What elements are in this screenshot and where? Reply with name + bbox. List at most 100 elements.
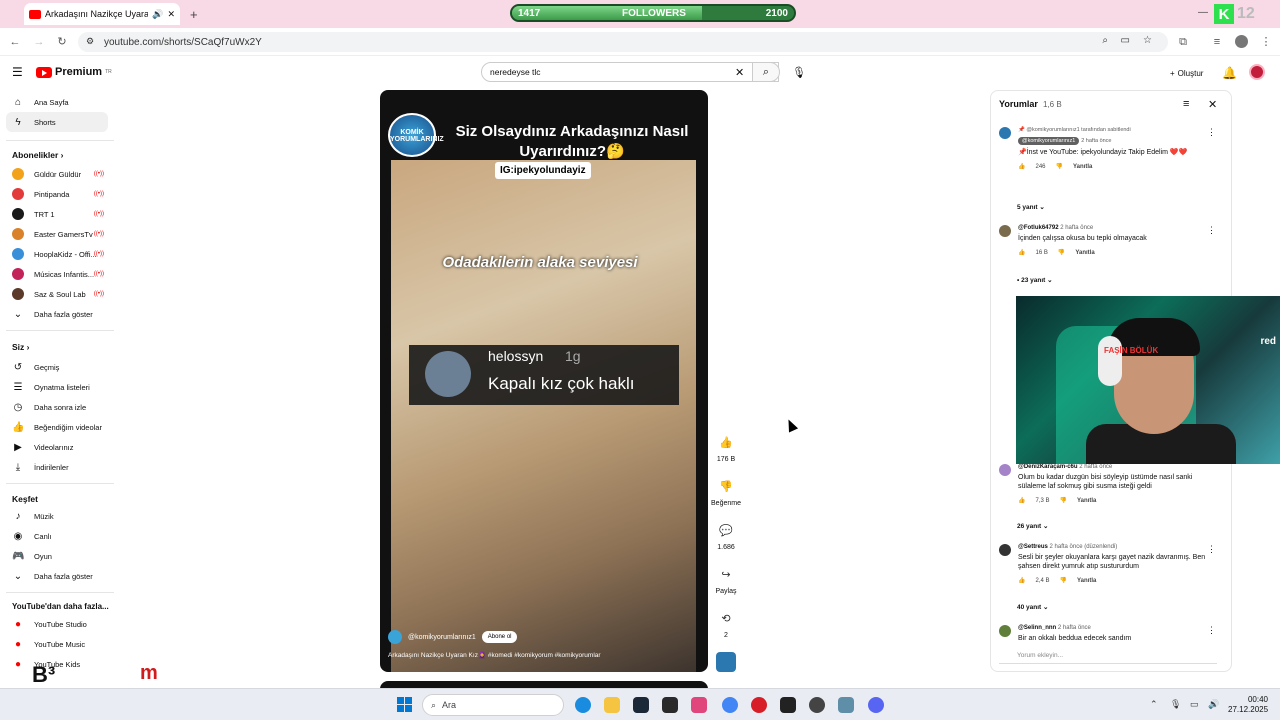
dislike-icon[interactable]: 👎	[1060, 497, 1067, 504]
replies-toggle[interactable]: 5 yanıt ⌄	[1017, 203, 1045, 211]
taskbar-clock[interactable]: 00:40 27.12.2025	[1228, 695, 1268, 715]
avatar[interactable]	[999, 225, 1011, 237]
obs-icon[interactable]	[809, 697, 825, 713]
avatar[interactable]	[999, 625, 1011, 637]
comment-author[interactable]: @Settreus	[1018, 544, 1048, 550]
sidebar-item-liked[interactable]: 👍 Beğendiğim videolar	[6, 417, 108, 437]
sidebar-subscription-item[interactable]: HooplaKidz - Offi... ((•))	[6, 244, 108, 264]
volume-icon[interactable]: 🔊	[1208, 699, 1219, 710]
discord-icon[interactable]	[868, 697, 884, 713]
edge-icon[interactable]	[575, 697, 591, 713]
speaker-icon[interactable]: 🔊	[152, 9, 163, 20]
more-options-icon[interactable]: ⋮	[1207, 225, 1216, 236]
sidebar-subscription-item[interactable]: TRT 1 ((•))	[6, 204, 108, 224]
account-avatar[interactable]	[1249, 64, 1265, 80]
sidebar-item-history[interactable]: ↺ Geçmiş	[6, 357, 108, 377]
reply-button[interactable]: Yanıtla	[1077, 578, 1096, 584]
tray-chevron-icon[interactable]: ⌃	[1150, 699, 1158, 710]
sidebar-subscription-item[interactable]: Pintipanda ((•))	[6, 184, 108, 204]
hamburger-menu-icon[interactable]: ☰	[12, 65, 23, 79]
subscribe-button[interactable]: Abone ol	[481, 631, 518, 643]
chrome-icon[interactable]	[722, 697, 738, 713]
notifications-bell-icon[interactable]: 🔔	[1222, 66, 1237, 80]
sound-thumbnail[interactable]	[716, 652, 736, 672]
extensions-icon[interactable]: ⧉	[1176, 35, 1190, 49]
file-explorer-icon[interactable]	[604, 697, 620, 713]
reply-button[interactable]: Yanıtla	[1073, 164, 1092, 170]
forward-icon[interactable]: →	[32, 35, 46, 49]
comments-button[interactable]: 💬 1.686	[710, 524, 742, 551]
sidebar-subscription-item[interactable]: Easter GamersTv ((•))	[6, 224, 108, 244]
sidebar-item-music[interactable]: ♪ Müzik	[6, 506, 108, 526]
create-button[interactable]: + Oluştur	[1164, 64, 1209, 82]
youtube-logo[interactable]: Premium TR	[36, 66, 112, 78]
cast-icon[interactable]: ▭	[1121, 35, 1130, 46]
app-icon[interactable]	[691, 697, 707, 713]
avatar[interactable]	[999, 544, 1011, 556]
browser-tab[interactable]: Arkadaşını Nazikçe Uyaran 🔊 ✕	[24, 3, 180, 25]
sidebar-item-home[interactable]: ⌂ Ana Sayfa	[6, 92, 108, 112]
sidebar-item-playlists[interactable]: ☰ Oynatma listeleri	[6, 377, 108, 397]
share-button[interactable]: ↪ Paylaş	[710, 568, 742, 595]
sidebar-item-live[interactable]: ◉ Canlı	[6, 526, 108, 546]
like-icon[interactable]: 👍	[1018, 577, 1025, 584]
bookmark-star-icon[interactable]: ☆	[1143, 35, 1152, 46]
site-info-icon[interactable]: ⚙	[86, 36, 94, 47]
dislike-button[interactable]: 👎 Beğenme	[710, 480, 742, 507]
app-icon[interactable]	[838, 697, 854, 713]
app-icon[interactable]	[780, 697, 796, 713]
opera-icon[interactable]	[751, 697, 767, 713]
zoom-icon[interactable]: ⌕	[1102, 35, 1108, 46]
comment-author[interactable]: @DenizKaraçam-c6u	[1018, 464, 1078, 470]
back-icon[interactable]: ←	[8, 35, 22, 49]
media-controls-icon[interactable]: ≡	[1210, 35, 1224, 49]
close-comments-icon[interactable]: ✕	[1208, 98, 1217, 111]
comment-input[interactable]: Yorum ekleyin...	[999, 652, 1217, 664]
sidebar-subscription-item[interactable]: Saz & Soul Lab ((•))	[6, 284, 108, 304]
reload-icon[interactable]: ↻	[55, 35, 69, 49]
address-bar[interactable]: ⚙ youtube.com/shorts/SCaQf7uWx2Y ⌕ ▭ ☆	[78, 32, 1168, 52]
subscriptions-heading[interactable]: Abonelikler ›	[12, 150, 64, 160]
dislike-icon[interactable]: 👎	[1056, 163, 1063, 170]
replies-toggle[interactable]: 40 yanıt ⌄	[1017, 603, 1048, 611]
like-button[interactable]: 👍 176 B	[710, 436, 742, 463]
avatar[interactable]	[999, 127, 1011, 139]
like-icon[interactable]: 👍	[1018, 249, 1025, 256]
more-options-icon[interactable]: ⋮	[1207, 544, 1216, 555]
sidebar-item-gaming[interactable]: 🎮 Oyun	[6, 546, 108, 566]
you-heading[interactable]: Siz ›	[12, 342, 29, 352]
sidebar-subscription-item[interactable]: Músicas Infantis... ((•))	[6, 264, 108, 284]
comment-author[interactable]: @Selinn_nnn	[1018, 625, 1056, 631]
subs-show-more[interactable]: ⌄ Daha fazla göster	[6, 304, 108, 324]
channel-avatar[interactable]	[388, 630, 402, 644]
channel-handle[interactable]: @komikyorumlarınız1	[408, 634, 476, 641]
search-button[interactable]: ⌕	[752, 62, 780, 82]
dislike-icon[interactable]: 👎	[1060, 577, 1067, 584]
chrome-menu-icon[interactable]: ⋮	[1259, 35, 1273, 49]
sidebar-subscription-item[interactable]: Güldür Güldür ((•))	[6, 164, 108, 184]
sort-icon[interactable]: ≡	[1183, 98, 1189, 110]
replies-toggle[interactable]: • 23 yanıt ⌄	[1017, 276, 1053, 284]
sidebar-item-yt-music[interactable]: ● YouTube Music	[6, 634, 108, 654]
network-icon[interactable]: ▭	[1190, 699, 1199, 710]
remix-button[interactable]: ⟲ 2	[710, 612, 742, 639]
new-tab-button[interactable]: +	[190, 8, 198, 21]
clear-search-icon[interactable]: ✕	[735, 66, 744, 79]
minimize-button[interactable]: —	[1198, 8, 1208, 18]
dislike-icon[interactable]: 👎	[1058, 249, 1065, 256]
steam-icon[interactable]	[633, 697, 649, 713]
replies-toggle[interactable]: 26 yanıt ⌄	[1017, 522, 1048, 530]
reply-button[interactable]: Yanıtla	[1075, 250, 1094, 256]
comment-author[interactable]: @Fotluk64792	[1018, 225, 1059, 231]
sidebar-item-your-videos[interactable]: ▶ Videolarınız	[6, 437, 108, 457]
more-options-icon[interactable]: ⋮	[1207, 127, 1216, 138]
comment-author[interactable]: @komikyorumlarınız1	[1018, 137, 1080, 145]
like-icon[interactable]: 👍	[1018, 163, 1025, 170]
sidebar-item-shorts[interactable]: ϟ Shorts	[6, 112, 108, 132]
tab-close-icon[interactable]: ✕	[167, 9, 175, 20]
more-options-icon[interactable]: ⋮	[1207, 625, 1216, 636]
taskbar-search[interactable]: ⌕ Ara	[422, 694, 564, 716]
video-description[interactable]: Arkadaşını Nazikçe Uyaran Kız🧕 #komedi #…	[388, 651, 601, 659]
profile-avatar[interactable]	[1235, 35, 1248, 48]
windows-start-icon[interactable]	[397, 697, 412, 712]
